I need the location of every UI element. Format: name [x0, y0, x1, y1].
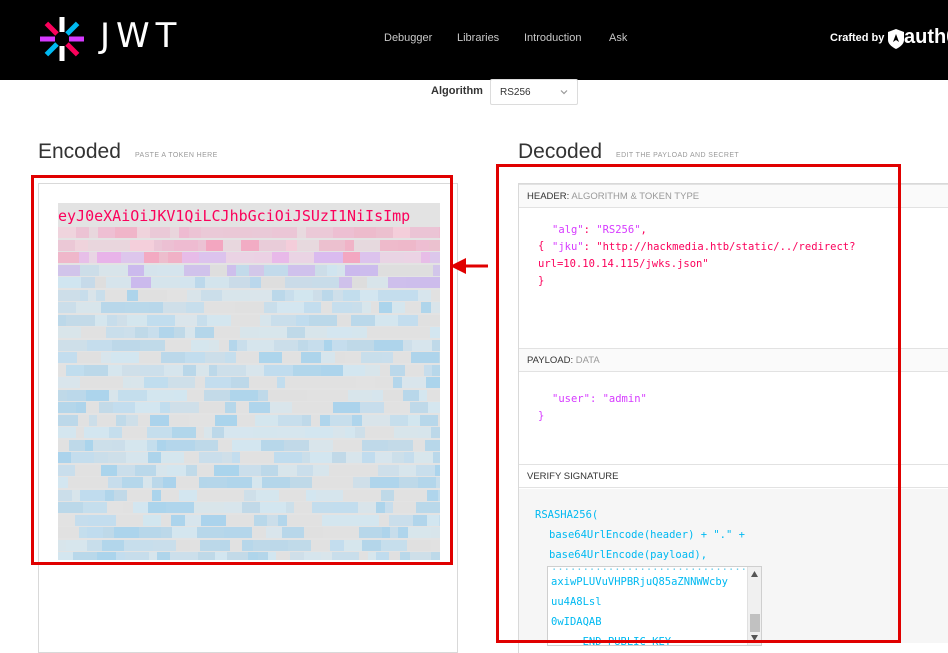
jwt-logo-text[interactable]: JWT: [100, 16, 182, 56]
algorithm-select[interactable]: RS256: [490, 79, 578, 105]
encoded-title: Encoded: [38, 140, 121, 163]
annotation-box-decoded: [496, 164, 901, 643]
nav-introduction[interactable]: Introduction: [524, 32, 581, 44]
nav-debugger[interactable]: Debugger: [384, 32, 432, 44]
decoded-title: Decoded: [518, 140, 603, 163]
decoded-hint: EDIT THE PAYLOAD AND SECRET: [616, 152, 740, 159]
chevron-down-icon: [560, 90, 568, 95]
nav-libraries[interactable]: Libraries: [457, 32, 499, 44]
crafted-by-label: Crafted by: [830, 32, 885, 44]
nav-ask[interactable]: Ask: [609, 32, 627, 44]
encoded-hint: PASTE A TOKEN HERE: [135, 152, 218, 159]
jwt-logo-icon[interactable]: [38, 15, 86, 63]
top-navbar: JWT Debugger Libraries Introduction Ask …: [0, 0, 948, 80]
annotation-box-encoded: [31, 175, 453, 565]
algorithm-selected-value: RS256: [500, 87, 531, 98]
auth0-logo-text[interactable]: auth0: [904, 26, 948, 49]
annotation-arrow-icon: [450, 258, 488, 274]
algorithm-label: Algorithm: [431, 85, 483, 97]
auth0-shield-icon[interactable]: [887, 29, 905, 49]
